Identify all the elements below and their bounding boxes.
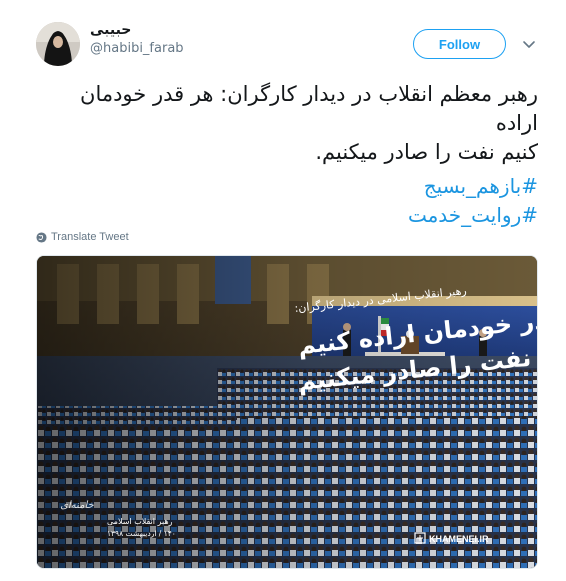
- hashtag-link[interactable]: #روایت_خدمت: [36, 201, 538, 230]
- media-footer-title: رهبر انقلاب اسلامی: [107, 517, 173, 526]
- hashtag-link[interactable]: #بازهم_بسیج: [36, 172, 538, 201]
- tweet-media-image[interactable]: رهبر انقلاب اسلامی در دیدار کارگران: هر …: [36, 255, 538, 569]
- globe-icon: [36, 231, 47, 243]
- avatar[interactable]: [36, 22, 80, 66]
- translate-label: Translate Tweet: [51, 231, 129, 243]
- tweet-text-line: رهبر معظم انقلاب در دیدار کارگران: هر قد…: [80, 82, 538, 135]
- tweet-text-line: کنیم نفت را صادر میکنیم.: [315, 140, 538, 164]
- author-info[interactable]: حبیبی @habibi_farab: [90, 22, 184, 56]
- follow-button[interactable]: Follow: [413, 29, 506, 59]
- hashtag-list: #بازهم_بسیج #روایت_خدمت: [36, 172, 538, 230]
- chevron-down-icon[interactable]: [521, 36, 537, 52]
- tweet-card: حبیبی @habibi_farab Follow رهبر معظم انق…: [0, 0, 566, 581]
- tweet-text: رهبر معظم انقلاب در دیدار کارگران: هر قد…: [36, 80, 538, 167]
- display-name[interactable]: حبیبی: [90, 22, 184, 38]
- translate-tweet-link[interactable]: Translate Tweet: [36, 231, 129, 243]
- media-signature: خامنه‌ای: [60, 500, 94, 511]
- user-handle[interactable]: @habibi_farab: [90, 41, 184, 56]
- media-footer-date: ۱۴۰ / اردیبهشت ۱۳۹۸: [107, 529, 176, 538]
- media-watermark: KHAMENEI.IR: [429, 534, 489, 544]
